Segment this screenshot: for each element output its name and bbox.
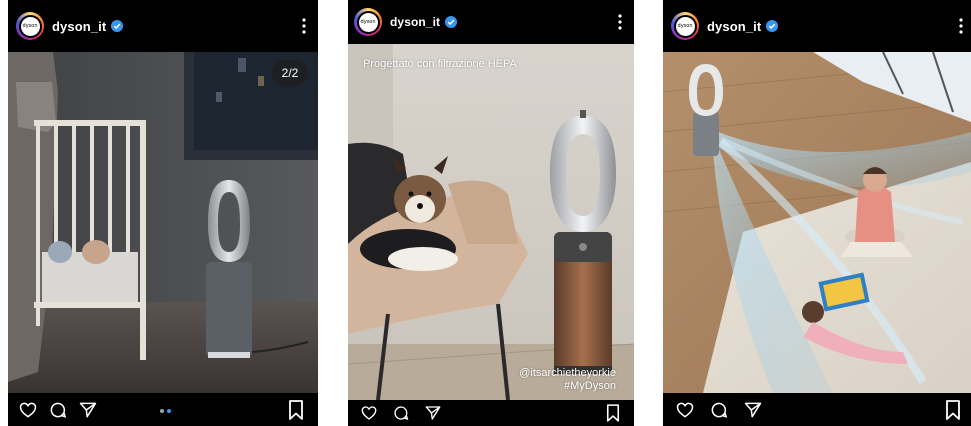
share-icon[interactable] (78, 400, 98, 420)
avatar-text: dyson (675, 16, 695, 36)
action-bar (348, 400, 634, 426)
post-header: dyson dyson_it (663, 0, 971, 52)
more-vertical-icon[interactable] (302, 18, 306, 34)
comment-icon[interactable] (392, 404, 410, 422)
share-icon[interactable] (743, 400, 763, 420)
verified-badge-icon (111, 20, 124, 32)
username[interactable]: dyson_it (52, 19, 106, 34)
media-counter: 2/2 (272, 60, 308, 86)
avatar[interactable]: dyson (671, 12, 699, 40)
post-header: dyson dyson_it (348, 0, 634, 44)
post-image-dog[interactable] (348, 44, 634, 400)
comment-icon[interactable] (709, 400, 729, 420)
avatar[interactable]: dyson (354, 8, 382, 36)
action-bar (8, 394, 318, 426)
post-image-living-room[interactable] (663, 52, 971, 393)
post-card-2: dyson dyson_it Progettato con filtrazion… (348, 0, 634, 426)
carousel-dots (160, 409, 171, 413)
bookmark-icon[interactable] (288, 400, 304, 420)
heart-icon[interactable] (18, 400, 38, 420)
post-card-1: dyson dyson_it 2/2 (8, 0, 318, 426)
post-header: dyson dyson_it (8, 0, 318, 52)
caption-overlay: Progettato con filtrazione HEPA (363, 58, 517, 70)
bookmark-icon[interactable] (606, 404, 620, 422)
username[interactable]: dyson_it (390, 15, 440, 29)
share-icon[interactable] (424, 404, 442, 422)
avatar[interactable]: dyson (16, 12, 44, 40)
action-bar (663, 394, 971, 426)
bookmark-icon[interactable] (945, 400, 961, 420)
more-vertical-icon[interactable] (959, 18, 963, 34)
post-image-nursery[interactable] (8, 52, 318, 393)
comment-icon[interactable] (48, 400, 68, 420)
more-vertical-icon[interactable] (618, 14, 622, 30)
hashtag-overlay[interactable]: #MyDyson (564, 380, 616, 392)
heart-icon[interactable] (360, 404, 378, 422)
carousel-dot-active (167, 409, 171, 413)
avatar-text: dyson (20, 16, 40, 36)
verified-badge-icon (766, 20, 779, 32)
username[interactable]: dyson_it (707, 19, 761, 34)
avatar-text: dyson (358, 12, 378, 32)
verified-badge-icon (445, 16, 458, 28)
carousel-dot (160, 409, 164, 413)
post-card-3: dyson dyson_it (663, 0, 971, 426)
heart-icon[interactable] (675, 400, 695, 420)
tag-overlay[interactable]: @itsarchietheyorkie (519, 367, 616, 379)
